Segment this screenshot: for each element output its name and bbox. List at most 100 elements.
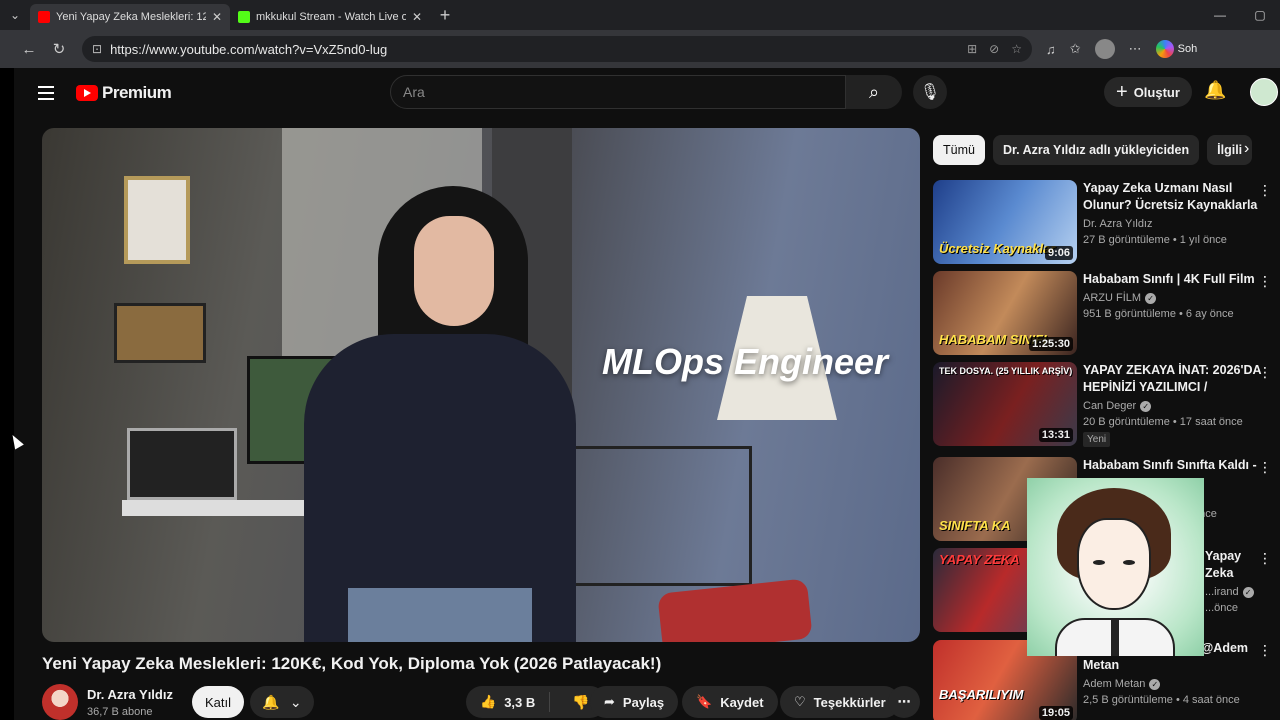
thumbnail-text: SINIFTA KA xyxy=(939,518,1011,533)
recommendation-info: Hababam Sınıfı | 4K Full Film ARZU FİLM ✓… xyxy=(1083,271,1263,320)
save-label: Kaydet xyxy=(720,694,764,710)
video-thumbnail[interactable]: Ücretsiz Kaynaklar 9:06 xyxy=(933,180,1077,264)
scene-shelf xyxy=(572,446,752,586)
url-field[interactable]: ⊡ https://www.youtube.com/watch?v=VxZ5nd… xyxy=(82,36,1032,62)
thumbs-down-icon: 👎 xyxy=(572,693,590,710)
recommendation-title[interactable]: YAPAY ZEKAYA İNAT: 2026'DA HEPİNİZİ YAZI… xyxy=(1083,362,1263,396)
thumbnail-text: BAŞARILIYIM xyxy=(939,687,1024,702)
back-icon[interactable]: ← xyxy=(14,41,44,58)
scene-picture-frame xyxy=(124,176,190,264)
tracking-icon[interactable]: ⊘ xyxy=(989,42,999,56)
recommendation-channel[interactable]: Dr. Azra Yıldız xyxy=(1083,218,1263,230)
video-player[interactable]: MLOps Engineer xyxy=(42,128,920,642)
kebab-menu-icon[interactable]: ⋮ xyxy=(1258,182,1272,199)
maximize-icon[interactable]: ▢ xyxy=(1240,0,1280,30)
voice-search-button[interactable]: 🎙 xyxy=(913,75,947,109)
browser-tab-kick[interactable]: mkkukul Stream - Watch Live on K ✕ xyxy=(230,4,430,30)
subscription-bell-button[interactable]: 🔔 ⌄ xyxy=(250,686,314,718)
video-overlay-text: MLOps Engineer xyxy=(602,341,889,382)
kebab-menu-icon[interactable]: ⋮ xyxy=(1258,364,1272,381)
reload-icon[interactable]: ↻ xyxy=(44,40,74,58)
microphone-icon: 🎙 xyxy=(919,84,941,101)
tab-list-chevron-icon[interactable]: ⌄ xyxy=(0,0,30,30)
channel-avatar[interactable] xyxy=(42,684,78,720)
notifications-bell-icon[interactable]: 🔔 xyxy=(1204,80,1226,101)
thanks-label: Teşekkürler xyxy=(813,694,886,710)
recommendation-meta: ...önce xyxy=(1205,602,1239,614)
recommendation-channel[interactable]: Adem Metan ✓ xyxy=(1083,678,1263,690)
recommendation-title[interactable]: Hababam Sınıfı | 4K Full Film xyxy=(1083,271,1263,288)
thanks-button[interactable]: ♡ Teşekkürler xyxy=(780,686,900,718)
youtube-play-logo-icon xyxy=(76,85,98,101)
tab-title: mkkukul Stream - Watch Live on K xyxy=(256,11,406,23)
kebab-menu-icon[interactable]: ⋮ xyxy=(1258,459,1272,476)
more-actions-button[interactable]: ⋯ xyxy=(888,686,920,718)
chevron-down-icon: ⌄ xyxy=(289,693,302,710)
minimize-icon[interactable]: — xyxy=(1200,0,1240,30)
new-tab-icon[interactable]: + xyxy=(430,5,460,26)
save-button[interactable]: 🔖 Kaydet xyxy=(682,686,778,718)
recommendation-channel[interactable]: ARZU FİLM ✓ xyxy=(1083,292,1263,304)
presenter-jeans xyxy=(348,588,532,642)
recommendation-title[interactable]: Yapay Zeka Uzmanı Nasıl Olunur? Ücretsiz… xyxy=(1083,180,1263,214)
new-badge: Yeni xyxy=(1083,432,1111,447)
kebab-menu-icon[interactable]: ⋮ xyxy=(1258,550,1272,567)
chip-all[interactable]: Tümü xyxy=(933,135,985,165)
favorites-icon[interactable]: ✩ xyxy=(1070,41,1081,57)
site-info-icon[interactable]: ⊡ xyxy=(92,42,102,56)
like-count: 3,3 B xyxy=(504,694,536,710)
recommendation-meta: 20 B görüntüleme • 17 saat önce xyxy=(1083,416,1243,428)
search-button[interactable]: ⌕ xyxy=(846,75,902,109)
copilot-button[interactable]: Soh xyxy=(1155,40,1197,58)
like-button[interactable]: 👍 3,3 B xyxy=(466,692,551,712)
close-tab-icon[interactable]: ✕ xyxy=(412,10,422,24)
create-button[interactable]: + Oluştur xyxy=(1104,77,1192,107)
apps-icon[interactable]: ⊞ xyxy=(967,42,977,56)
browser-tab-youtube[interactable]: Yeni Yapay Zeka Meslekleri: 120K€ ✕ xyxy=(30,4,230,30)
chip-from-uploader[interactable]: Dr. Azra Yıldız adlı yükleyiciden xyxy=(992,135,1200,165)
join-button[interactable]: Katıl xyxy=(192,686,244,718)
omnibox-actions: ⊞ ⊘ ☆ xyxy=(967,42,1022,56)
video-thumbnail[interactable]: HABABAM SINIFI 1:25:30 xyxy=(933,271,1077,355)
character-eye xyxy=(1123,560,1135,565)
recommendation-item[interactable]: HABABAM SINIFI 1:25:30 Hababam Sınıfı | … xyxy=(933,271,1280,355)
recommendation-title[interactable]: Yapay Zeka ...yarıyor? xyxy=(1205,548,1265,582)
brand-label: Premium xyxy=(102,83,172,102)
recommendation-item[interactable]: TEK DOSYA. (25 YILLIK ARŞİV) 13:31 YAPAY… xyxy=(933,362,1280,447)
browser-tab-bar: ⌄ Yeni Yapay Zeka Meslekleri: 120K€ ✕ mk… xyxy=(0,0,1280,30)
share-button[interactable]: ➦ Paylaş xyxy=(590,686,679,718)
recommendation-info: Yapay Zeka Uzmanı Nasıl Olunur? Ücretsiz… xyxy=(1083,180,1263,246)
more-options-icon[interactable]: ⋯ xyxy=(1129,41,1142,57)
favorite-star-icon[interactable]: ☆ xyxy=(1011,42,1022,56)
character-face xyxy=(1077,518,1151,610)
more-dots-icon: ⋯ xyxy=(897,694,911,709)
plus-icon: + xyxy=(1116,80,1128,103)
kebab-menu-icon[interactable]: ⋮ xyxy=(1258,642,1272,659)
character-tie xyxy=(1111,618,1119,656)
heart-dollar-icon: ♡ xyxy=(794,694,806,709)
create-label: Oluştur xyxy=(1133,84,1180,100)
scene-pillow xyxy=(657,578,813,642)
related-filter-chips: Tümü Dr. Azra Yıldız adlı yükleyiciden İ… xyxy=(933,135,1280,165)
profile-avatar[interactable] xyxy=(1094,39,1115,59)
recommendation-title[interactable]: Hababam Sınıfı Sınıfta Kaldı - xyxy=(1083,457,1263,474)
recommendation-item[interactable]: Ücretsiz Kaynaklar 9:06 Yapay Zeka Uzman… xyxy=(933,180,1280,264)
kebab-menu-icon[interactable]: ⋮ xyxy=(1258,273,1272,290)
chevron-right-icon[interactable]: › xyxy=(1244,140,1249,158)
channel-name[interactable]: Dr. Azra Yıldız xyxy=(87,687,173,702)
menu-icon[interactable] xyxy=(38,86,54,100)
channel-text: Can Deger xyxy=(1083,400,1137,412)
close-tab-icon[interactable]: ✕ xyxy=(212,10,222,24)
tab-title: Yeni Yapay Zeka Meslekleri: 120K€ xyxy=(56,11,206,23)
youtube-premium-logo[interactable]: Premium xyxy=(76,83,172,103)
thumbnail-text: Ücretsiz Kaynaklar xyxy=(939,241,1056,256)
like-dislike-group: 👍 3,3 B 👎 xyxy=(466,686,606,718)
video-thumbnail[interactable]: TEK DOSYA. (25 YILLIK ARŞİV) 13:31 xyxy=(933,362,1077,446)
search-input[interactable]: Ara xyxy=(390,75,846,109)
recommendation-channel[interactable]: Can Deger ✓ xyxy=(1083,400,1263,412)
user-avatar[interactable] xyxy=(1250,78,1278,106)
search-icon: ⌕ xyxy=(868,81,880,102)
recommendation-channel[interactable]: ...irand ✓ xyxy=(1205,586,1265,598)
left-edge xyxy=(0,68,14,720)
extensions-icon[interactable]: ♫ xyxy=(1046,42,1056,57)
